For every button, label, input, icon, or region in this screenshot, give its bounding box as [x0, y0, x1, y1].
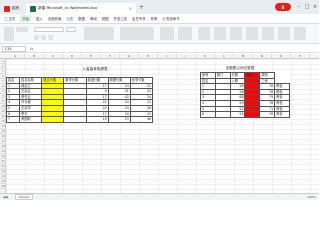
fx-icon[interactable]: fx [30, 47, 33, 51]
menu-insert[interactable]: 插入 [36, 16, 43, 21]
menu-developer[interactable]: 开发工具 [114, 16, 128, 21]
menu-review[interactable]: 审阅 [90, 16, 97, 21]
italic-button[interactable] [41, 35, 46, 40]
sheet-tab[interactable]: Sheet1 [14, 194, 34, 200]
menu-efficiency[interactable]: 效率 [151, 16, 158, 21]
font-select[interactable] [34, 27, 64, 32]
menu-view[interactable]: 视图 [102, 16, 109, 21]
minimize-button[interactable]: – [295, 4, 303, 10]
table-row: 6 54 78 黄色 [200, 111, 290, 118]
table-cell[interactable]: 6 [200, 111, 216, 118]
filter-button[interactable] [214, 27, 226, 40]
title-tab-bar: 稻壳 新建 Microsoft_xx Worksheet.xlsx × + S … [0, 0, 319, 14]
table-cell[interactable] [41, 116, 65, 123]
menu-data[interactable]: 数据 [78, 16, 85, 21]
table-cell[interactable]: 黄色 [274, 111, 290, 118]
wps-logo[interactable]: S [275, 3, 291, 11]
table-cell[interactable]: 7 [5, 116, 21, 123]
menu-member[interactable]: 会员专享 [132, 16, 146, 21]
sum-button[interactable] [198, 27, 210, 40]
tab-daoke[interactable]: 稻壳 [0, 3, 26, 14]
menu-bar: 三 文件 开始 插入 页面布局 公式 数据 审阅 视图 开发工具 会员专享 效率… [0, 14, 319, 24]
tab-workbook[interactable]: 新建 Microsoft_xx Worksheet.xlsx × [26, 3, 136, 14]
font-size-select[interactable] [66, 27, 76, 32]
row-column-button[interactable] [278, 27, 290, 40]
table-cell[interactable]: 黄国利 [19, 116, 43, 123]
table-cell[interactable] [244, 111, 261, 118]
table-style-button[interactable] [178, 27, 192, 40]
paste-button[interactable] [4, 27, 14, 41]
table-cell[interactable] [214, 111, 231, 118]
daoke-icon [4, 5, 10, 12]
menu-page-layout[interactable]: 页面布局 [48, 16, 62, 21]
table2-caption: 出勤表公司记录表 [225, 66, 255, 70]
ribbon-toolbar [0, 24, 319, 44]
cell-button[interactable] [262, 27, 274, 40]
table-cell[interactable] [63, 116, 87, 123]
spreadsheet-icon [30, 5, 36, 12]
status-bar: ◀ ▶ Sheet1 100% [0, 193, 319, 200]
table-cell[interactable]: 46 [129, 116, 154, 123]
table-cell[interactable]: 78 [259, 111, 276, 118]
align-group[interactable] [84, 27, 114, 40]
tab-label: 稻壳 [12, 6, 20, 10]
table1: 姓名 姓名名称 语文分数 数学分数 英语分数 物理分数 化学分数 1 胡启江 17 24 51 2 王启云… [5, 77, 154, 123]
name-box[interactable]: C14 [2, 45, 26, 52]
close-tab-icon[interactable]: × [129, 6, 132, 11]
menu-start[interactable]: 开始 [20, 15, 32, 22]
sort-button[interactable] [230, 27, 242, 40]
worksheet-button[interactable] [294, 27, 306, 40]
close-window-button[interactable]: × [311, 4, 319, 10]
fill-button[interactable] [246, 27, 258, 40]
conditional-format-button[interactable] [160, 27, 174, 40]
maximize-button[interactable]: □ [303, 4, 311, 10]
formula-bar: C14 fx [0, 45, 319, 53]
table-row: 7 黄国利 19 23 46 [5, 116, 154, 123]
sheet-nav-icon[interactable]: ◀ ▶ [3, 195, 9, 199]
table-cell[interactable]: 19 [85, 116, 109, 123]
bold-button[interactable] [34, 35, 39, 40]
tab-label: 新建 Microsoft_xx Worksheet.xlsx [38, 6, 98, 10]
table2: 序号 部门 分数 统计 类别 姓名 入职 工资 1 58 76 黄色 2 56 78 黄色 3 68 79 黄色 4 59… [200, 72, 290, 118]
menu-formula[interactable]: 公式 [66, 16, 73, 21]
table1-caption: 八省高考成绩表 [82, 67, 108, 71]
underline-button[interactable] [48, 35, 53, 40]
number-format-group[interactable] [120, 27, 154, 40]
table-cell[interactable]: 54 [229, 111, 246, 118]
format-painter-button[interactable] [16, 27, 28, 32]
zoom-level[interactable]: 100% [307, 195, 316, 199]
menu-file[interactable]: 三 文件 [4, 16, 15, 21]
search-command[interactable]: Q 查找命令 [162, 16, 179, 21]
new-tab-button[interactable]: + [139, 4, 144, 11]
table-cell[interactable]: 23 [107, 116, 131, 123]
formula-input[interactable] [37, 46, 319, 52]
